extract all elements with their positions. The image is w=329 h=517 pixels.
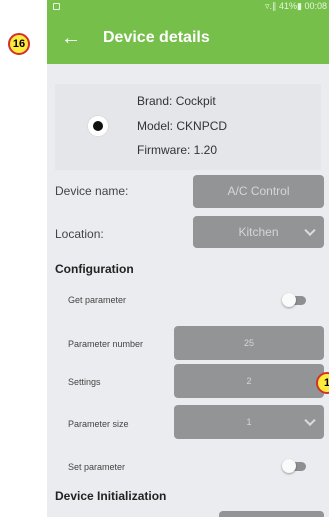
location-label: Location: <box>55 227 104 241</box>
parameter-size-value: 1 <box>246 417 252 427</box>
settings-label: Settings <box>68 377 101 387</box>
set-parameter-label: Set parameter <box>68 462 126 472</box>
parameter-size-select[interactable]: 1 <box>174 405 324 439</box>
device-initialization-field[interactable] <box>219 511 324 517</box>
parameter-size-label: Parameter size <box>68 419 129 429</box>
status-right: ▿.∥ 41%▮ 00:08 <box>264 1 327 11</box>
device-initialization-title: Device Initialization <box>55 489 167 503</box>
device-name-field[interactable]: A/C Control <box>193 175 324 208</box>
annotation-marker-left: 16 <box>8 33 30 55</box>
gallery-notification-icon <box>53 3 60 10</box>
app-bar: ← Device details <box>47 14 329 64</box>
chevron-down-icon <box>304 414 316 427</box>
page-title: Device details <box>103 29 210 46</box>
parameter-number-field[interactable]: 25 <box>174 326 324 360</box>
device-model: Model: CKNPCD <box>137 119 228 133</box>
device-sensor-icon <box>87 115 109 137</box>
arrow-left-icon[interactable]: ← <box>59 26 83 50</box>
toggle-knob <box>282 459 296 473</box>
set-parameter-toggle[interactable] <box>282 459 306 473</box>
device-firmware: Firmware: 1.20 <box>137 143 218 157</box>
device-name-label: Device name: <box>55 184 129 198</box>
phone-screen: ▿.∥ 41%▮ 00:08 ← Device details Brand: C… <box>47 0 329 517</box>
toggle-knob <box>282 293 296 307</box>
chevron-down-icon <box>304 224 316 237</box>
location-select[interactable]: Kitchen <box>193 216 324 248</box>
location-value: Kitchen <box>238 225 279 239</box>
parameter-number-label: Parameter number <box>68 339 144 349</box>
get-parameter-label: Get parameter <box>68 295 127 305</box>
status-bar: ▿.∥ 41%▮ 00:08 <box>47 0 329 14</box>
get-parameter-toggle[interactable] <box>282 293 306 307</box>
settings-field[interactable]: 2 <box>174 364 324 398</box>
device-brand: Brand: Cockpit <box>137 94 216 108</box>
configuration-title: Configuration <box>55 262 134 276</box>
